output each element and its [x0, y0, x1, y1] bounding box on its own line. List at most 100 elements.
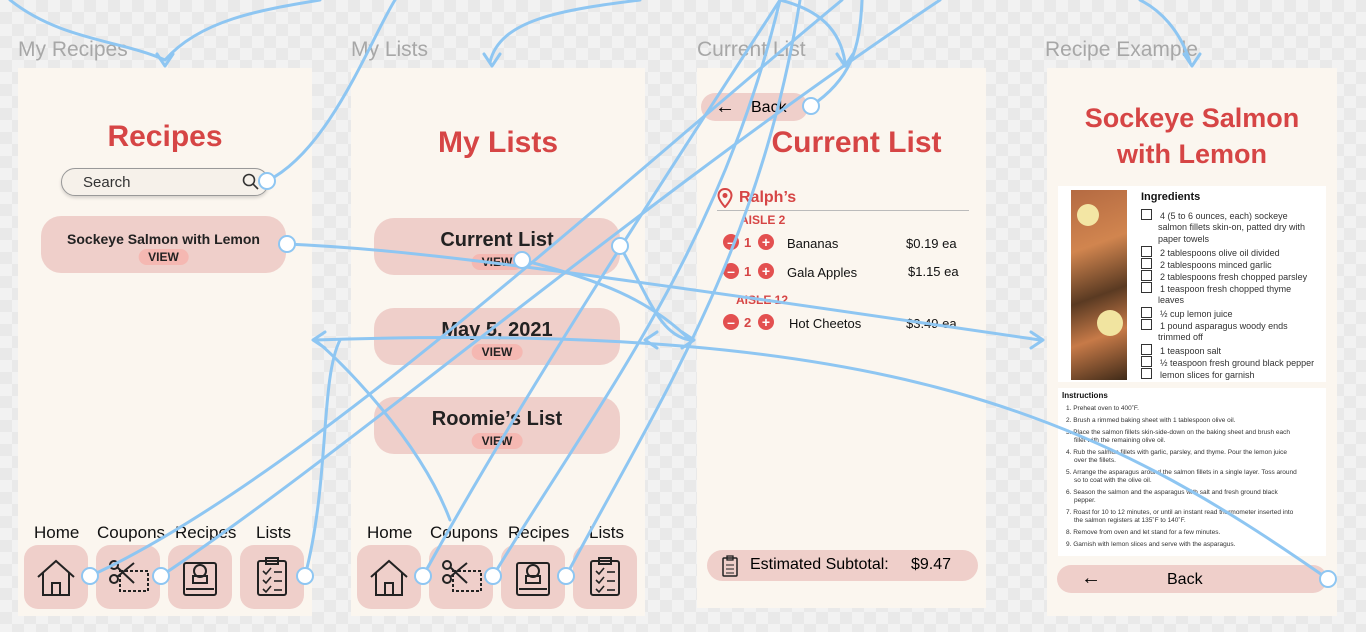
nav-recipes-button[interactable]	[501, 545, 565, 609]
checkbox[interactable]	[1141, 356, 1152, 367]
view-button[interactable]: VIEW	[138, 249, 189, 265]
decrement-button[interactable]: –	[723, 263, 739, 279]
current-list-screen: ← Back Current List Ralph’s AISLE 2 – 1 …	[697, 68, 986, 608]
home-icon	[37, 559, 75, 596]
arrowhead	[482, 52, 502, 68]
clipboard-icon	[722, 555, 738, 577]
ingredient-cont: leaves	[1158, 295, 1185, 305]
decrement-button[interactable]: –	[723, 314, 739, 330]
item-qty: 2	[744, 315, 752, 330]
clipboard-icon	[257, 557, 287, 596]
instruction-line: fillet with the remaining olive oil.	[1074, 437, 1166, 444]
recipe-title-line: with Lemon	[1117, 139, 1267, 169]
recipe-title: Sockeye Salmon with Lemon	[1047, 100, 1337, 172]
ingredients-card: Ingredients 4 (5 to 6 ounces, each) sock…	[1058, 186, 1326, 382]
lemon-slice	[1077, 204, 1099, 226]
nav-lists-button[interactable]	[240, 545, 304, 609]
instructions-heading: Instructions	[1062, 391, 1108, 400]
back-arrow-icon: ←	[715, 96, 735, 118]
arrowhead	[835, 52, 855, 68]
recipe-example-screen: Sockeye Salmon with Lemon Ingredients 4 …	[1047, 68, 1337, 616]
frame-label-recipe-example: Recipe Example	[1045, 38, 1198, 61]
back-label: Back	[1167, 571, 1203, 588]
nav-label-home: Home	[34, 523, 80, 542]
nav-home-button[interactable]	[24, 545, 88, 609]
checkbox[interactable]	[1141, 307, 1152, 318]
recipe-title-line: Sockeye Salmon	[1084, 103, 1300, 133]
arrowhead	[311, 330, 327, 350]
connector-dot	[81, 567, 99, 585]
page-title: Recipes	[107, 120, 223, 153]
page-title: My Lists	[437, 126, 559, 159]
increment-button[interactable]: +	[758, 263, 774, 279]
instruction-line: pepper.	[1074, 497, 1096, 504]
decrement-button[interactable]: –	[723, 234, 739, 250]
checkbox[interactable]	[1141, 246, 1152, 257]
increment-button[interactable]: +	[758, 234, 774, 250]
nav-label-home: Home	[367, 523, 413, 542]
list-item-label: Current List	[440, 229, 554, 251]
instructions-card: Instructions 1. Preheat oven to 400˚F. 2…	[1058, 388, 1326, 556]
nav-label-coupons: Coupons	[430, 523, 499, 542]
checkbox[interactable]	[1141, 344, 1152, 355]
ingredient-cont: paper towels	[1158, 234, 1210, 244]
checkbox[interactable]	[1141, 270, 1152, 281]
store-name: Ralph’s	[739, 189, 797, 206]
ingredient-item[interactable]: lemon slices for garnish	[1141, 368, 1255, 381]
instruction-line: the salmon registers at 135˚F to 140˚F.	[1074, 517, 1186, 524]
nav-lists-button[interactable]	[573, 545, 637, 609]
item-name: Gala Apples	[787, 265, 858, 280]
recipe-book-icon	[183, 562, 217, 596]
checkbox[interactable]	[1141, 258, 1152, 269]
list-item-may5[interactable]: May 5, 2021 VIEW	[374, 308, 620, 365]
list-item-label: Roomie’s List	[431, 408, 563, 430]
back-arrow-icon: ←	[1081, 567, 1101, 589]
nav-label-lists: Lists	[589, 523, 624, 542]
back-label: Back	[751, 99, 787, 116]
item-price: $0.19 ea	[906, 236, 957, 251]
salmon-photo	[1071, 190, 1127, 380]
list-item-current[interactable]: Current List VIEW	[374, 218, 620, 275]
instruction-line: 9. Garnish with lemon slices and serve w…	[1066, 541, 1236, 548]
connector-dot	[296, 567, 314, 585]
page-title: Current List	[771, 126, 942, 159]
instruction-line: so to coat with the olive oil.	[1074, 477, 1152, 484]
search-input[interactable]: Search	[61, 168, 269, 196]
aisle-label: AISLE 12	[736, 293, 789, 307]
increment-button[interactable]: +	[758, 314, 774, 330]
list-item-roomie[interactable]: Roomie’s List VIEW	[374, 397, 620, 454]
aisle-label: AISLE 2	[740, 213, 786, 227]
ingredients-heading: Ingredients	[1141, 191, 1201, 203]
checkbox[interactable]	[1141, 368, 1152, 379]
arrowhead	[680, 330, 696, 350]
nav-home-button[interactable]	[357, 545, 421, 609]
coupon-scissors-icon	[442, 560, 482, 592]
back-button[interactable]: ← Back	[1057, 565, 1327, 593]
view-button[interactable]: VIEW	[471, 433, 523, 449]
connector-dot	[802, 97, 820, 115]
checkbox[interactable]	[1141, 319, 1152, 330]
ingredient-cont: trimmed off	[1158, 332, 1203, 342]
instruction-line: 1. Preheat oven to 400˚F.	[1066, 405, 1139, 412]
connector-dot	[1319, 570, 1337, 588]
recipe-item-label: Sockeye Salmon with Lemon	[67, 231, 260, 247]
connector-dot	[513, 251, 531, 269]
connector-line	[488, 0, 642, 64]
checkbox[interactable]	[1141, 209, 1152, 220]
view-button[interactable]: VIEW	[471, 344, 523, 360]
back-button[interactable]: ← Back	[701, 93, 808, 121]
nav-coupons-button[interactable]	[96, 545, 160, 609]
arrowhead	[643, 330, 659, 350]
divider	[717, 210, 969, 211]
nav-recipes-button[interactable]	[168, 545, 232, 609]
recipe-item-salmon[interactable]: Sockeye Salmon with Lemon VIEW	[41, 216, 286, 273]
frame-label-my-recipes: My Recipes	[18, 38, 128, 61]
instruction-line: 2. Brush a rimmed baking sheet with 1 ta…	[1066, 417, 1236, 424]
item-name: Bananas	[787, 236, 839, 251]
connector-dot	[278, 235, 296, 253]
frame-label-current-list: Current List	[697, 38, 806, 61]
connector-dot	[414, 567, 432, 585]
checkbox[interactable]	[1141, 282, 1152, 293]
connector-dot	[152, 567, 170, 585]
list-item-label: May 5, 2021	[441, 319, 553, 341]
